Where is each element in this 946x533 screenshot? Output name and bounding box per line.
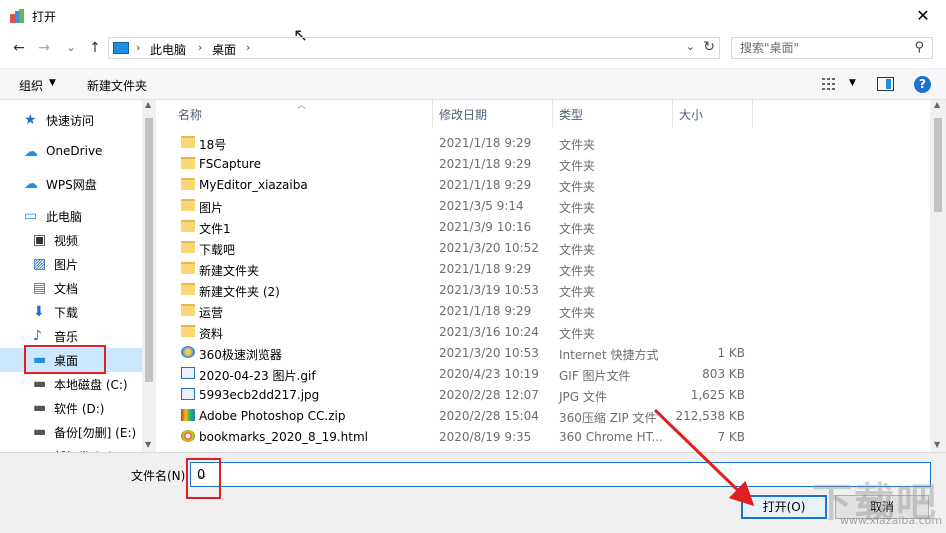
open-file-dialog: 打开 ✕ ↖ ← → ⌄ ↑ › 此电脑 › 桌面 › ⌄ ↻ ⚲ 组织 ▼ 新… xyxy=(0,0,946,533)
arrow-line xyxy=(653,408,755,507)
watermark-url: www.xiazaiba.com xyxy=(840,514,943,527)
annotation-arrow xyxy=(653,408,755,507)
